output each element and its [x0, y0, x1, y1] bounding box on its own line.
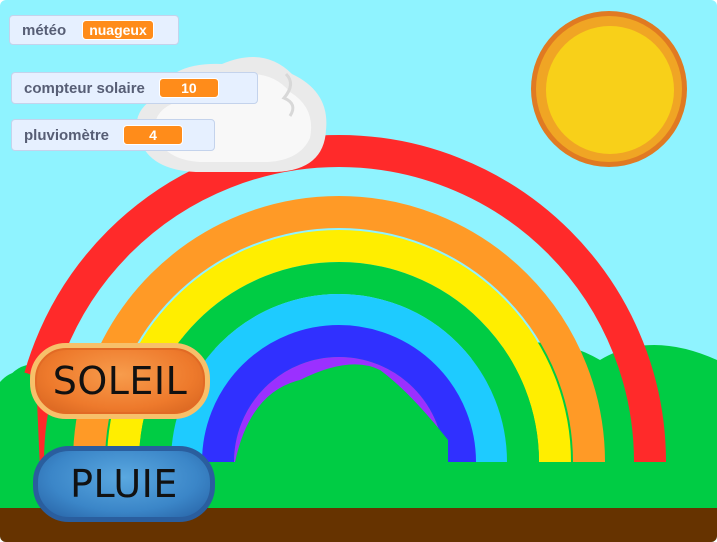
sun — [531, 11, 687, 167]
monitor-compteur-solaire-value: 10 — [158, 78, 219, 98]
monitor-pluviometre-value: 4 — [123, 125, 184, 145]
monitor-compteur-solaire: compteur solaire 10 — [11, 72, 258, 104]
monitor-compteur-solaire-label: compteur solaire — [24, 79, 145, 97]
stage: météo nuageux compteur solaire 10 pluvio… — [0, 0, 717, 542]
soleil-button[interactable]: SOLEIL — [30, 343, 210, 419]
monitor-meteo-label: météo — [22, 21, 67, 39]
pluie-button[interactable]: PLUIE — [33, 446, 215, 522]
monitor-pluviometre: pluviomètre 4 — [11, 119, 215, 151]
monitor-meteo: météo nuageux — [9, 15, 179, 45]
monitor-meteo-value: nuageux — [82, 20, 154, 40]
monitor-pluviometre-label: pluviomètre — [24, 126, 110, 144]
